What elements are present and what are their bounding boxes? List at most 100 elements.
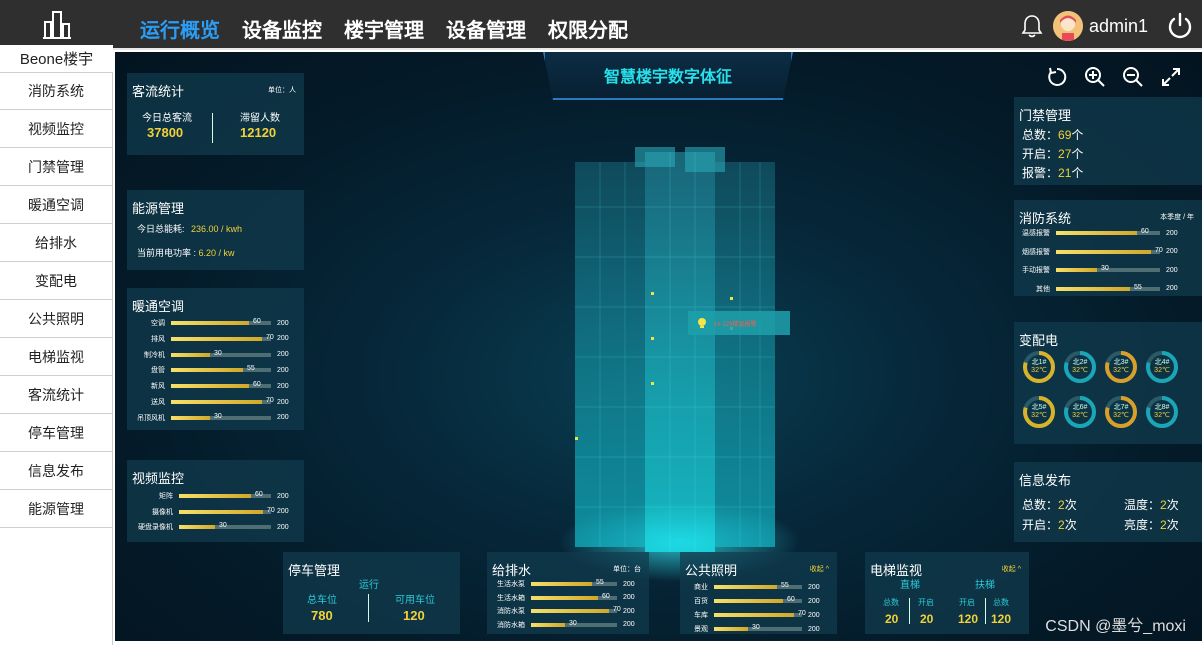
parking-title: 停车管理 — [288, 563, 341, 578]
bar-value: 55 — [781, 582, 789, 589]
bar-row: 制冷机 30 200 — [133, 349, 289, 361]
nav-permission[interactable]: 权限分配 — [548, 14, 628, 43]
bar-row: 生活水泵 55 200 — [491, 578, 635, 590]
sidebar-item-lighting[interactable]: 公共照明 — [0, 300, 112, 338]
bar-label: 制冷机 — [144, 351, 165, 359]
bar-row: 矩阵 60 200 — [133, 490, 289, 502]
fullscreen-icon[interactable] — [1160, 66, 1182, 88]
bar-track: 55 — [171, 365, 271, 373]
bar-track: 60 — [179, 491, 271, 498]
energy-today-value: 236.00 / kwh — [191, 224, 243, 234]
bar-track: 60 — [714, 596, 802, 603]
gauge-label: 北2# 32℃ — [1063, 359, 1097, 375]
nav-device-manage[interactable]: 设备管理 — [446, 14, 526, 43]
bar-track: 70 — [531, 606, 621, 613]
sidebar-item-water[interactable]: 给排水 — [0, 224, 112, 262]
dashboard: 1# 123楼层报警 智慧楼宇数字体征 客流统计 单位：人 今日总客流 3780… — [115, 52, 1202, 641]
bar-label: 温感报警 — [1022, 230, 1050, 237]
elevator-col-2-label: 开启 — [918, 598, 934, 607]
main-nav: 运行概览 设备监控 楼宇管理 设备管理 权限分配 — [140, 14, 628, 43]
bar-label: 手动报警 — [1022, 267, 1050, 274]
gauge-label: 北1# 32℃ — [1022, 359, 1056, 375]
power-gauge[interactable]: 北3# 32℃ — [1104, 350, 1138, 384]
bar-max: 200 — [1166, 248, 1178, 255]
bar-row: 消防水泵 70 200 — [491, 605, 635, 617]
power-icon[interactable] — [1166, 12, 1194, 40]
power-gauge[interactable]: 北8# 32℃ — [1145, 395, 1179, 429]
dashboard-title: 智慧楼宇数字体征 — [543, 52, 793, 100]
gauge-label: 北6# 32℃ — [1063, 404, 1097, 420]
bar-max: 200 — [277, 382, 289, 390]
lightbulb-icon — [698, 318, 706, 328]
customer-stay-value: 12120 — [240, 125, 277, 140]
nav-overview[interactable]: 运行概览 — [140, 14, 220, 43]
bar-row: 烟感报警 70 200 — [1018, 246, 1178, 258]
username[interactable]: admin1 — [1089, 16, 1148, 37]
gauge-name: 北8# — [1154, 404, 1170, 411]
bar-row: 硬盘录像机 30 200 — [133, 521, 289, 533]
power-gauge[interactable]: 北7# 32℃ — [1104, 395, 1138, 429]
rotate-icon[interactable] — [1046, 66, 1068, 88]
power-gauge[interactable]: 北1# 32℃ — [1022, 350, 1056, 384]
sidebar-item-power[interactable]: 变配电 — [0, 262, 112, 300]
bar-value: 60 — [602, 592, 610, 600]
lighting-collapse[interactable]: 收起 ^ — [810, 564, 829, 574]
alert-bubble[interactable]: 1# 123楼层报警 — [688, 311, 790, 335]
sidebar-item-info[interactable]: 信息发布 — [0, 452, 112, 490]
bar-fill — [531, 622, 565, 627]
sidebar-item-elevator[interactable]: 电梯监视 — [0, 338, 112, 376]
gauge-name: 北6# — [1072, 404, 1088, 411]
sidebar-item-video[interactable]: 视频监控 — [0, 110, 112, 148]
sidebar-item-parking[interactable]: 停车管理 — [0, 414, 112, 452]
zoom-in-icon[interactable] — [1084, 66, 1106, 88]
gauge-temp: 32℃ — [1154, 412, 1170, 419]
bar-track: 60 — [171, 381, 271, 389]
access-total-label: 总数： — [1022, 128, 1059, 142]
sidebar-item-hvac[interactable]: 暖通空调 — [0, 186, 112, 224]
power-panel: 变配电 北1# 32℃ 北2# 32℃ 北3# 32℃ 北4# 32℃ 北5# 32℃ 北6# 32℃… — [1014, 322, 1202, 444]
sidebar-item-fire[interactable]: 消防系统 — [0, 72, 112, 110]
elevator-col-1-label: 总数 — [883, 598, 899, 607]
bar-max: 200 — [623, 621, 635, 628]
water-title: 给排水 — [492, 563, 532, 578]
sidebar-item-energy[interactable]: 能源管理 — [0, 490, 112, 528]
bar-track: 30 — [531, 620, 617, 627]
power-gauge[interactable]: 北2# 32℃ — [1063, 350, 1097, 384]
power-gauge[interactable]: 北5# 32℃ — [1022, 395, 1056, 429]
building-logo-icon — [42, 11, 71, 39]
elevator-collapse[interactable]: 收起 ^ — [1002, 564, 1021, 574]
bar-fill — [171, 415, 210, 420]
bar-row: 摄像机 70 200 — [133, 506, 289, 518]
hvac-panel: 暖通空调 空调 60 200 排风 70 200 制冷机 30 200 盘管 55 200 新风 60 20… — [127, 288, 304, 430]
bar-label: 消防水箱 — [497, 621, 525, 629]
bar-fill — [171, 384, 249, 389]
parking-free-value: 120 — [403, 608, 425, 623]
bar-label: 商业 — [694, 584, 708, 591]
info-total-unit: 次 — [1064, 498, 1077, 512]
elevator-col-4-value: 120 — [991, 612, 1012, 626]
bar-value: 70 — [1155, 246, 1163, 254]
bar-fill — [179, 525, 215, 529]
avatar-icon[interactable] — [1052, 11, 1083, 41]
bar-fill — [1056, 231, 1137, 235]
power-gauge[interactable]: 北6# 32℃ — [1063, 395, 1097, 429]
zoom-out-icon[interactable] — [1122, 66, 1144, 88]
bar-label: 排风 — [151, 335, 165, 343]
gauge-temp: 32℃ — [1113, 367, 1129, 374]
bell-icon[interactable] — [1021, 14, 1043, 38]
bar-track: 30 — [179, 522, 271, 529]
sidebar-item-access[interactable]: 门禁管理 — [0, 148, 112, 186]
sidebar-item-customer[interactable]: 客流统计 — [0, 376, 112, 414]
energy-power: 当前用电功率 : 6.20 / kw — [137, 246, 235, 259]
gauge-label: 北8# 32℃ — [1145, 404, 1179, 420]
nav-device-monitor[interactable]: 设备监控 — [242, 14, 322, 43]
bar-max: 200 — [623, 580, 635, 588]
power-gauge[interactable]: 北4# 32℃ — [1145, 350, 1179, 384]
bar-track: 55 — [531, 579, 617, 586]
gauge-label: 北5# 32℃ — [1022, 404, 1056, 420]
watermark: CSDN @墨兮_moxi — [1045, 618, 1186, 635]
bar-label: 其他 — [1036, 285, 1050, 293]
nav-building-manage[interactable]: 楼宇管理 — [344, 14, 424, 43]
gauge-temp: 32℃ — [1031, 412, 1047, 419]
bar-fill — [1056, 286, 1130, 291]
